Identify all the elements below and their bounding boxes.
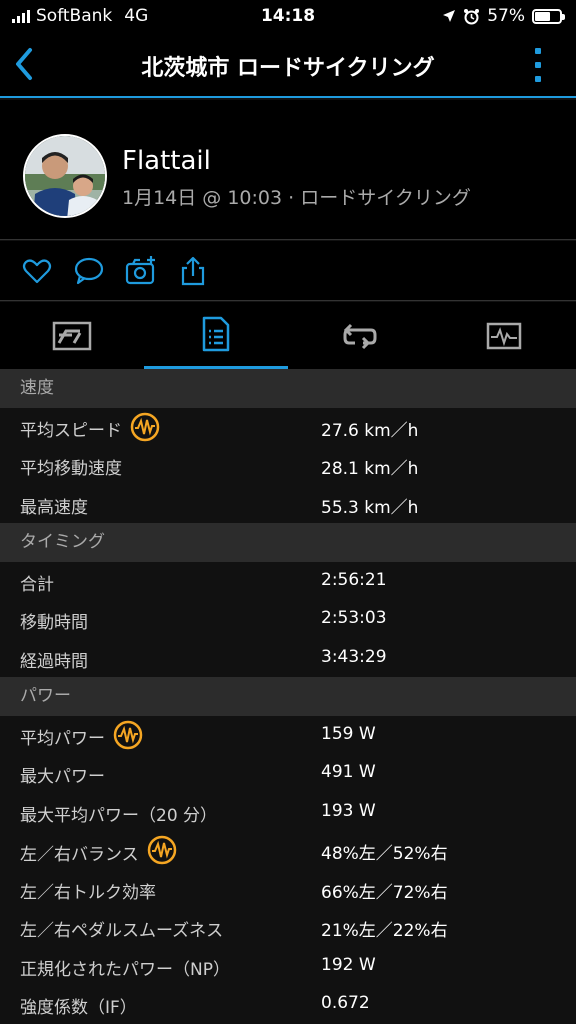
location-arrow-icon: [443, 10, 456, 22]
page-title: 北茨城市 ロードサイクリング: [141, 56, 435, 81]
stat-value: 66%左／72%右: [321, 882, 448, 903]
stat-label: 移動時間: [20, 613, 88, 633]
tab-laps[interactable]: [288, 302, 432, 369]
stat-value: 159 W: [321, 723, 376, 744]
stat-value: 55.3 km／h: [321, 497, 419, 518]
stat-label: 左／右トルク効率: [20, 882, 156, 903]
alarm-icon: [464, 8, 480, 24]
stat-value: 21%左／22%右: [321, 921, 448, 941]
activity-header: Flattail 1月14日 @ 10:03 · ロードサイクリング: [0, 100, 576, 240]
stat-label: 左／右ペダルスムーズネス: [20, 921, 224, 941]
stat-value: 27.6 km／h: [321, 420, 419, 441]
status-right: 57%: [442, 6, 565, 26]
more-button[interactable]: [534, 48, 542, 82]
section-header-speed: 速度: [0, 369, 576, 408]
tab-charts[interactable]: [432, 302, 576, 369]
battery-icon: [532, 8, 565, 24]
power-badge-icon: [130, 412, 160, 441]
nav-bar: 北茨城市 ロードサイクリング: [0, 32, 576, 98]
more-vertical-icon: [535, 48, 541, 54]
stat-label: 正規化されたパワー（NP）: [20, 959, 230, 980]
stats-list-icon: [202, 316, 230, 352]
stat-row: 移動時間 2:53:03: [0, 600, 576, 639]
stat-row: 平均移動速度 28.1 km／h: [0, 446, 576, 485]
stat-row: 左／右トルク効率 66%左／72%右: [0, 869, 576, 908]
stat-value: 3:43:29: [321, 646, 387, 667]
stat-row: 経過時間 3:43:29: [0, 638, 576, 677]
stat-label: 平均スピード: [20, 412, 160, 442]
stat-label: 合計: [20, 574, 54, 595]
status-bar: SoftBank 4G 14:18 57%: [0, 0, 576, 32]
like-button[interactable]: [21, 255, 53, 287]
comment-button[interactable]: [73, 255, 105, 287]
stat-value: 192 W: [321, 954, 376, 975]
overview-icon: [52, 321, 92, 350]
stat-value: 2:53:03: [321, 608, 387, 628]
stat-row: 強度係数（IF） 0.672: [0, 985, 576, 1024]
stat-row: 最高速度 55.3 km／h: [0, 484, 576, 523]
stat-row: 左／右バランス 48%左／52%右: [0, 831, 576, 870]
activity-meta: 1月14日 @ 10:03 · ロードサイクリング: [122, 187, 471, 209]
stat-label: 平均パワー: [20, 720, 143, 750]
stat-label: 強度係数（IF）: [20, 998, 137, 1018]
section-header-timing: タイミング: [0, 523, 576, 562]
stat-value: 2:56:21: [321, 569, 387, 590]
stat-value: 0.672: [321, 993, 370, 1013]
stat-value: 193 W: [321, 800, 376, 821]
stat-label: 最大平均パワー（20 分）: [20, 805, 218, 826]
section-header-power: パワー: [0, 677, 576, 716]
stat-value: 48%左／52%右: [321, 844, 448, 864]
activity-tabs: [0, 302, 576, 369]
stat-label: 平均移動速度: [20, 459, 122, 479]
comment-icon: [74, 257, 104, 285]
power-badge-icon: [113, 720, 143, 749]
athlete-name[interactable]: Flattail: [122, 146, 211, 176]
stat-row: 平均パワー 159 W: [0, 715, 576, 754]
share-icon: [181, 256, 205, 286]
stats-list: 速度 平均スピード 27.6 km／h 平均移動速度 28.1 km／h 最高速…: [0, 369, 576, 1024]
stat-label: 経過時間: [20, 651, 88, 672]
stat-row: 最大平均パワー（20 分） 193 W: [0, 792, 576, 831]
stat-label: 最高速度: [20, 497, 88, 518]
chart-icon: [486, 322, 522, 349]
stat-row: 平均スピード 27.6 km／h: [0, 407, 576, 446]
stat-row: 合計 2:56:21: [0, 561, 576, 600]
back-button[interactable]: [10, 46, 40, 82]
add-photo-button[interactable]: [125, 255, 157, 287]
stat-row: 最大パワー 491 W: [0, 754, 576, 793]
stat-label: 左／右バランス: [20, 835, 177, 865]
tab-stats[interactable]: [144, 302, 288, 369]
action-bar: [0, 241, 576, 301]
avatar[interactable]: [23, 134, 107, 218]
laps-icon: [343, 323, 377, 349]
power-badge-icon: [147, 835, 176, 865]
camera-add-icon: [125, 256, 155, 285]
share-button[interactable]: [177, 255, 209, 287]
battery-percent: 57%: [487, 6, 525, 26]
stat-value: 491 W: [321, 762, 376, 782]
tab-overview[interactable]: [0, 302, 144, 369]
stat-row: 正規化されたパワー（NP） 192 W: [0, 946, 576, 985]
heart-icon: [22, 259, 52, 284]
stat-row: 左／右ペダルスムーズネス 21%左／22%右: [0, 908, 576, 947]
chevron-left-icon: [16, 48, 32, 80]
stat-value: 28.1 km／h: [321, 459, 419, 479]
stat-label: 最大パワー: [20, 767, 105, 787]
